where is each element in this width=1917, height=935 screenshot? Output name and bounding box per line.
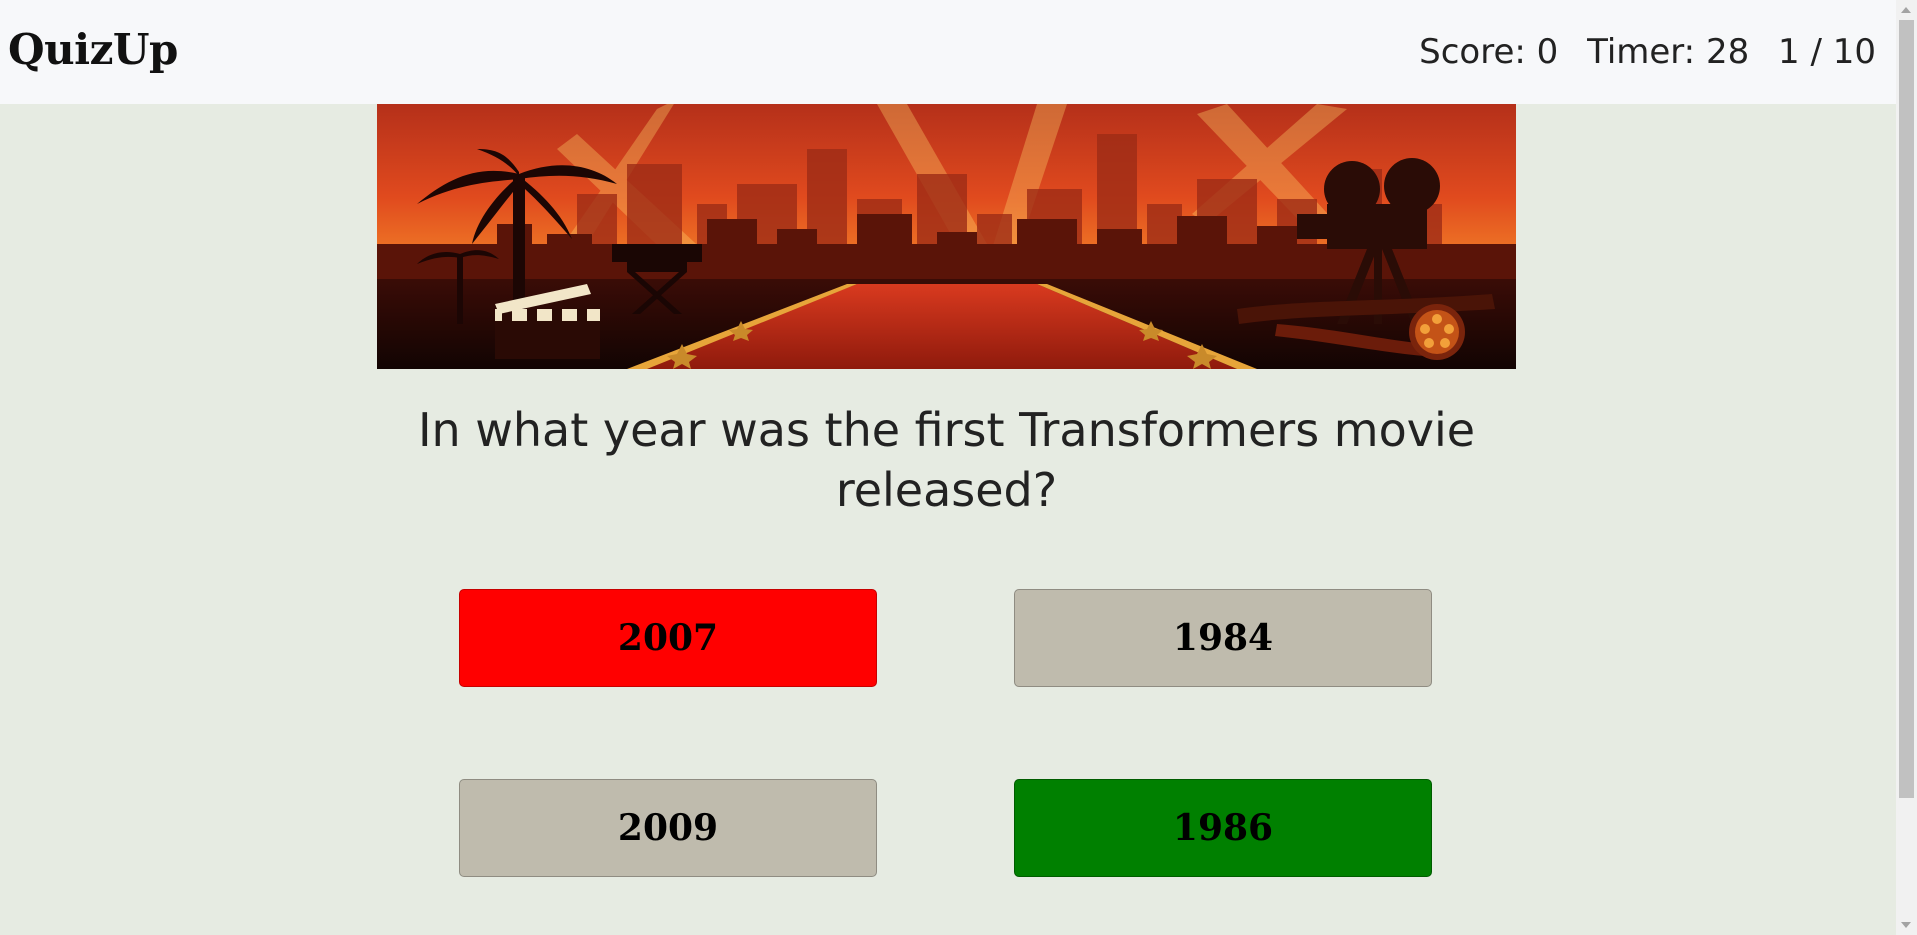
question-text: In what year was the first Transformers … xyxy=(417,403,1476,517)
quiz-page: QuizUp Score: 0 Timer: 28 1 / 10 In what… xyxy=(0,0,1917,935)
brand-logo[interactable]: QuizUp xyxy=(8,22,178,78)
score-display: Score: 0 xyxy=(1419,32,1559,72)
answer-button-1984[interactable]: 1984 xyxy=(1014,589,1432,687)
answer-button-1986[interactable]: 1986 xyxy=(1014,779,1432,877)
scrollbar-thumb[interactable] xyxy=(1899,20,1914,798)
vertical-scrollbar[interactable] xyxy=(1896,0,1917,935)
timer-display: Timer: 28 xyxy=(1587,32,1750,72)
category-banner-image xyxy=(377,104,1516,369)
navbar: QuizUp Score: 0 Timer: 28 1 / 10 xyxy=(0,0,1896,104)
question-progress: 1 / 10 xyxy=(1778,32,1876,72)
answer-button-2009[interactable]: 2009 xyxy=(459,779,877,877)
game-stats: Score: 0 Timer: 28 1 / 10 xyxy=(1419,30,1876,74)
answer-button-2007[interactable]: 2007 xyxy=(459,589,877,687)
scroll-up-arrow-icon[interactable] xyxy=(1901,7,1911,13)
scroll-down-arrow-icon[interactable] xyxy=(1901,922,1911,928)
